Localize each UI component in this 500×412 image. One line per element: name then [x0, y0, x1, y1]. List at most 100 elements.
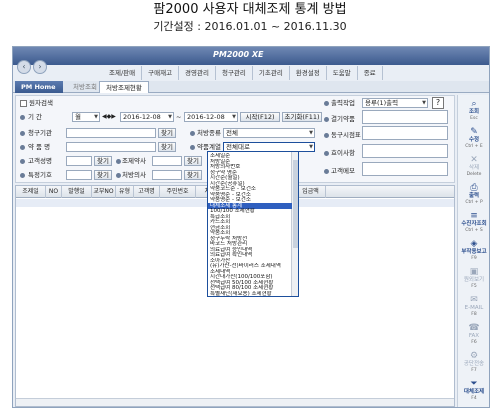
sidebar-button[interactable]: ✎ 수정 Ctrl + E — [458, 127, 490, 149]
forward-icon[interactable]: › — [33, 60, 47, 74]
menu-item[interactable]: 조제/판매 — [103, 66, 143, 80]
menu-item[interactable]: 청구관리 — [216, 66, 253, 80]
sub-input-3[interactable] — [362, 144, 448, 158]
period-label: 기 간 — [28, 113, 43, 121]
tab-prescription-status[interactable]: 처방조제현황 — [99, 81, 149, 93]
sidebar-button[interactable]: ☎ FAX F6 — [458, 323, 490, 345]
column-header[interactable]: 고객명 — [134, 186, 160, 198]
type-select[interactable]: 전체 — [223, 128, 315, 138]
sub-label-2: 동구시점표 — [331, 131, 361, 139]
insurance-label: 특정기호 — [28, 171, 52, 179]
dropdown-scrollbar[interactable] — [291, 152, 298, 296]
sidebar-button[interactable]: ≡ 수진자조회 Ctrl + S — [458, 211, 490, 233]
bullet-icon — [324, 151, 329, 156]
dropdown-scroll-thumb[interactable] — [293, 160, 298, 248]
column-header[interactable]: 입금액 — [296, 186, 326, 198]
sidebar-button-label: 원외보기 — [463, 277, 485, 283]
doctor-search-button[interactable]: 찾기 — [184, 156, 202, 166]
insurance-search-button[interactable]: 찾기 — [94, 170, 112, 180]
drug-input[interactable] — [66, 142, 156, 152]
sub-input-2[interactable] — [362, 126, 448, 140]
raw-search-label: 원자검색 — [29, 99, 53, 107]
sidebar-button[interactable]: ⌕ 조회 Esc — [458, 99, 490, 121]
tab-pm-home[interactable]: PM Home — [15, 81, 63, 93]
date-to-input[interactable]: 2016-12-08 — [184, 112, 238, 122]
trash-icon: ✕ — [470, 155, 478, 165]
output-select[interactable]: 용루(1)출력 — [362, 98, 428, 108]
sub-label-4: 고객메모 — [331, 167, 355, 175]
prescriber-search-button[interactable]: 찾기 — [184, 170, 202, 180]
column-header[interactable]: 유형 — [116, 186, 134, 198]
sidebar-button[interactable]: ⚙ 공단전송 F7 — [458, 351, 490, 373]
date-from-input[interactable]: 2016-12-08 — [120, 112, 174, 122]
bullet-icon — [116, 159, 121, 164]
bullet-icon — [20, 145, 25, 150]
column-header[interactable]: 주민번호 — [160, 186, 196, 198]
prescriber-label: 처방의사 — [122, 171, 146, 179]
hospital-input[interactable] — [66, 128, 156, 138]
menu-item[interactable]: 종료 — [358, 66, 383, 80]
sidebar-button[interactable]: ◈ 부작용보고 F9 — [458, 239, 490, 261]
menu-item[interactable]: 구매재고 — [142, 66, 180, 80]
sidebar-button-label: 수정 — [468, 137, 480, 143]
doctor-label: 조제약사 — [122, 157, 146, 165]
save-icon: ▣ — [469, 267, 479, 277]
help-icon[interactable]: ? — [432, 97, 444, 109]
bullet-icon — [190, 131, 195, 136]
period-arrows-icon[interactable]: ◀◆▶ — [102, 112, 116, 122]
sidebar-button-label: FAX — [468, 333, 480, 339]
menu-item[interactable]: 도움말 — [327, 66, 358, 80]
output-label: 출력작업 — [331, 99, 355, 107]
patient-label: 고객성명 — [28, 157, 52, 165]
bullet-icon — [324, 133, 329, 138]
horizontal-scrollbar[interactable] — [16, 398, 454, 406]
sidebar-button[interactable]: ⏷ 대체조제 F4 — [458, 379, 490, 401]
back-icon[interactable]: ‹ — [17, 60, 31, 74]
reset-button[interactable]: 초기화(F11) — [282, 112, 322, 122]
hospital-search-button[interactable]: 찾기 — [158, 128, 176, 138]
menu-item[interactable]: 기초관리 — [253, 66, 290, 80]
sub-input-4[interactable] — [362, 162, 448, 176]
sidebar-button[interactable]: ⎙ 출력 Ctrl + P — [458, 183, 490, 205]
column-header[interactable]: 발행일 — [62, 186, 92, 198]
sidebar-button[interactable]: ✕ 삭제 Delete — [458, 155, 490, 177]
nav-buttons: ‹ › — [17, 60, 53, 74]
sidebar-button-shortcut: F6 — [471, 340, 477, 345]
menu-item[interactable]: 환경설정 — [290, 66, 327, 80]
column-header[interactable]: 교부NO — [92, 186, 116, 198]
drug-search-button[interactable]: 찾기 — [158, 142, 176, 152]
sidebar-button-shortcut: F5 — [471, 284, 477, 289]
hospital-label: 청구기관 — [28, 129, 52, 137]
main-menu: 조제/판매 구매재고 경영관리 청구관리 기초관리 환경설정 도움말 종료 — [103, 66, 383, 80]
pencil-icon: ✎ — [470, 127, 478, 137]
doctor-input[interactable] — [152, 156, 182, 166]
sub-input-1[interactable] — [362, 110, 448, 124]
start-button[interactable]: 시작(F12) — [240, 112, 280, 122]
prescriber-input[interactable] — [152, 170, 182, 180]
patient-input[interactable] — [66, 156, 92, 166]
date-sep: ~ — [176, 113, 182, 121]
sidebar-button-shortcut: Ctrl + E — [465, 144, 483, 149]
raw-search-checkbox[interactable] — [20, 100, 27, 107]
sub-label-1: 결기약품 — [331, 115, 355, 123]
bullet-icon — [20, 131, 25, 136]
bullet-icon — [324, 169, 329, 174]
insurance-input[interactable] — [66, 170, 92, 180]
sidebar-button-shortcut: Ctrl + S — [465, 228, 483, 233]
sidebar-button-shortcut: F9 — [471, 256, 477, 261]
fax-icon: ☎ — [468, 323, 480, 333]
dropdown-option[interactable]: 특별재난(재요용) 조제현황 — [208, 291, 292, 297]
tab-prescription-lookup[interactable]: 처방조회 — [67, 81, 103, 93]
magnifier-icon: ⌕ — [471, 99, 477, 109]
bullet-icon — [116, 173, 121, 178]
sidebar-button[interactable]: ✉ E-MAIL F8 — [458, 295, 490, 317]
column-header[interactable]: NO — [46, 186, 62, 198]
drug-label: 약 품 명 — [28, 143, 51, 151]
period-unit-select[interactable]: 월 — [72, 112, 100, 122]
patient-search-button[interactable]: 찾기 — [94, 156, 112, 166]
sidebar-button[interactable]: ▣ 원외보기 F5 — [458, 267, 490, 289]
sub-label-3: 효이사항 — [331, 149, 355, 157]
column-header[interactable]: 조제일 — [16, 186, 46, 198]
sidebar-button-label: 수진자조회 — [461, 221, 487, 227]
menu-item[interactable]: 경영관리 — [179, 66, 216, 80]
